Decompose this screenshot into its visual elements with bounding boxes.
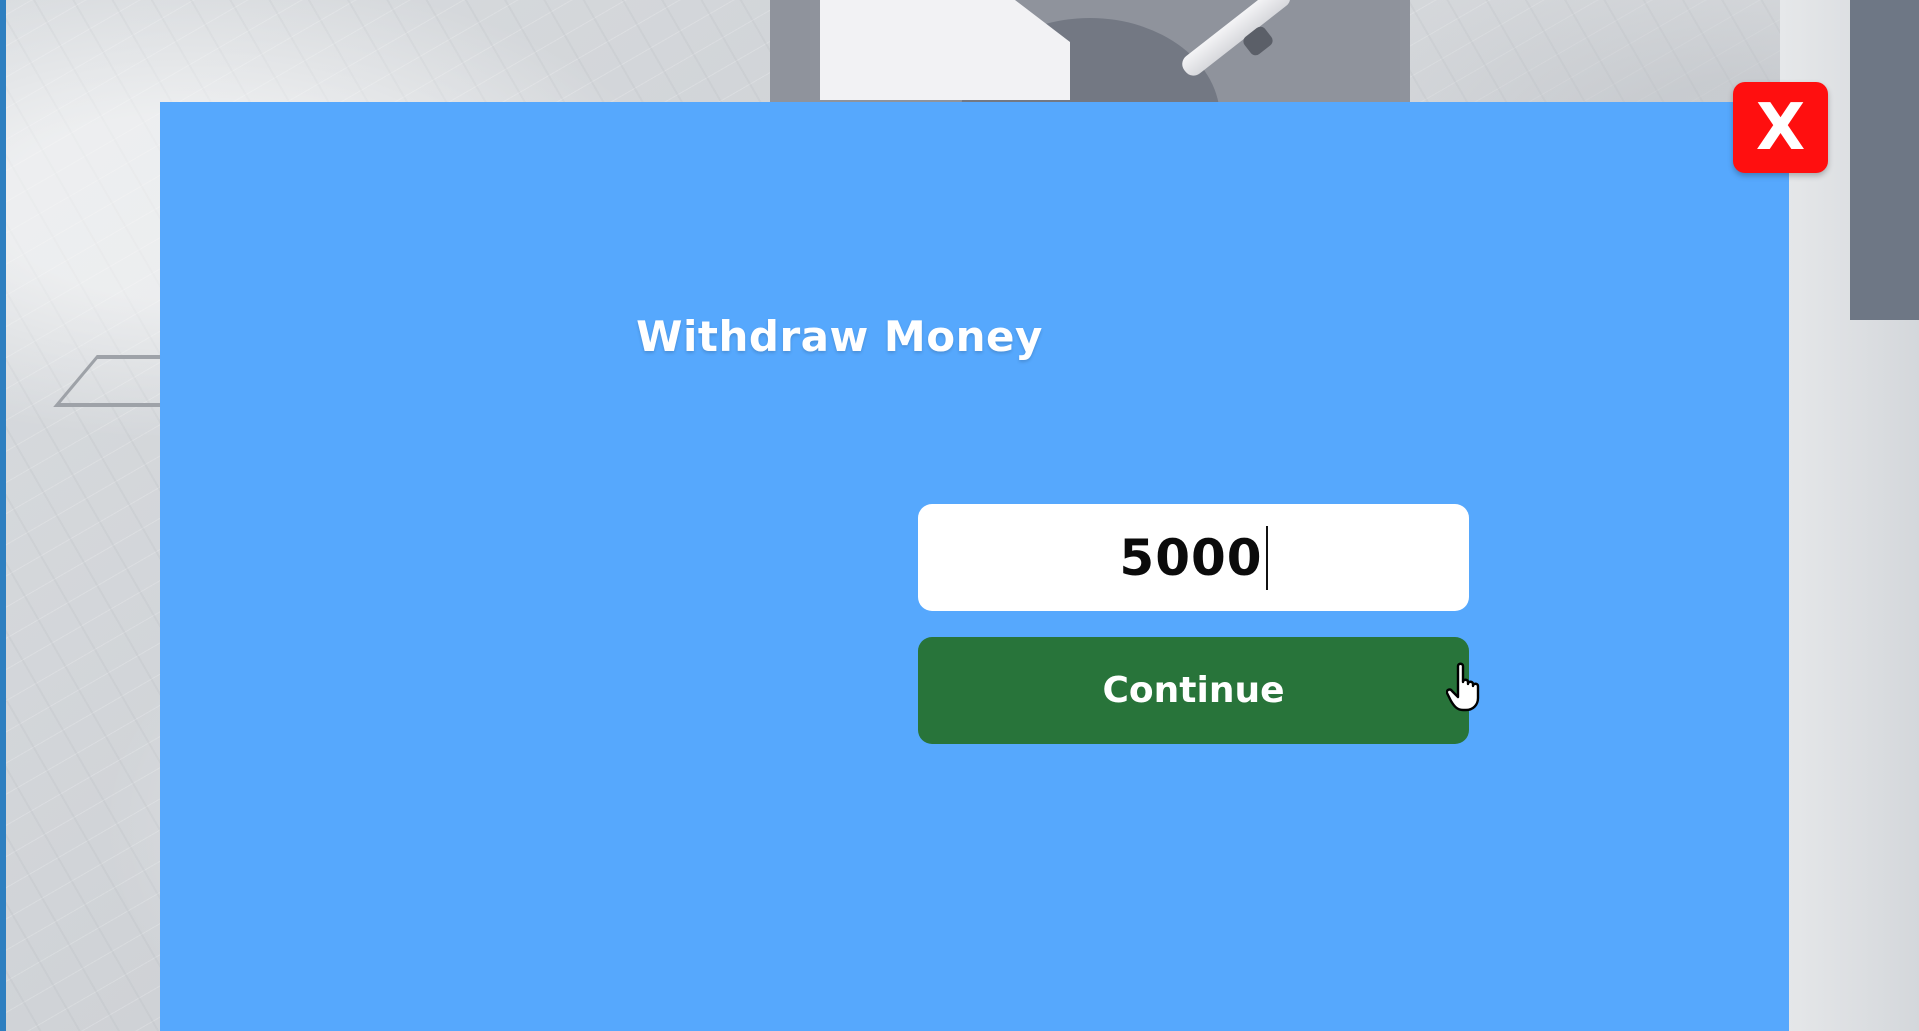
- screen-left-edge: [0, 0, 6, 1031]
- text-caret: [1265, 525, 1268, 590]
- withdraw-money-panel: Withdraw Money 5000 Continue: [160, 102, 1789, 1031]
- background-paper: [820, 0, 1070, 100]
- background-window: [1850, 0, 1919, 320]
- hand-pointer-icon: [1446, 662, 1480, 712]
- close-button[interactable]: X: [1733, 82, 1828, 173]
- continue-button[interactable]: Continue: [918, 637, 1469, 744]
- panel-title: Withdraw Money: [636, 312, 1043, 361]
- amount-input[interactable]: 5000: [918, 504, 1469, 611]
- amount-input-value: 5000: [1119, 528, 1263, 587]
